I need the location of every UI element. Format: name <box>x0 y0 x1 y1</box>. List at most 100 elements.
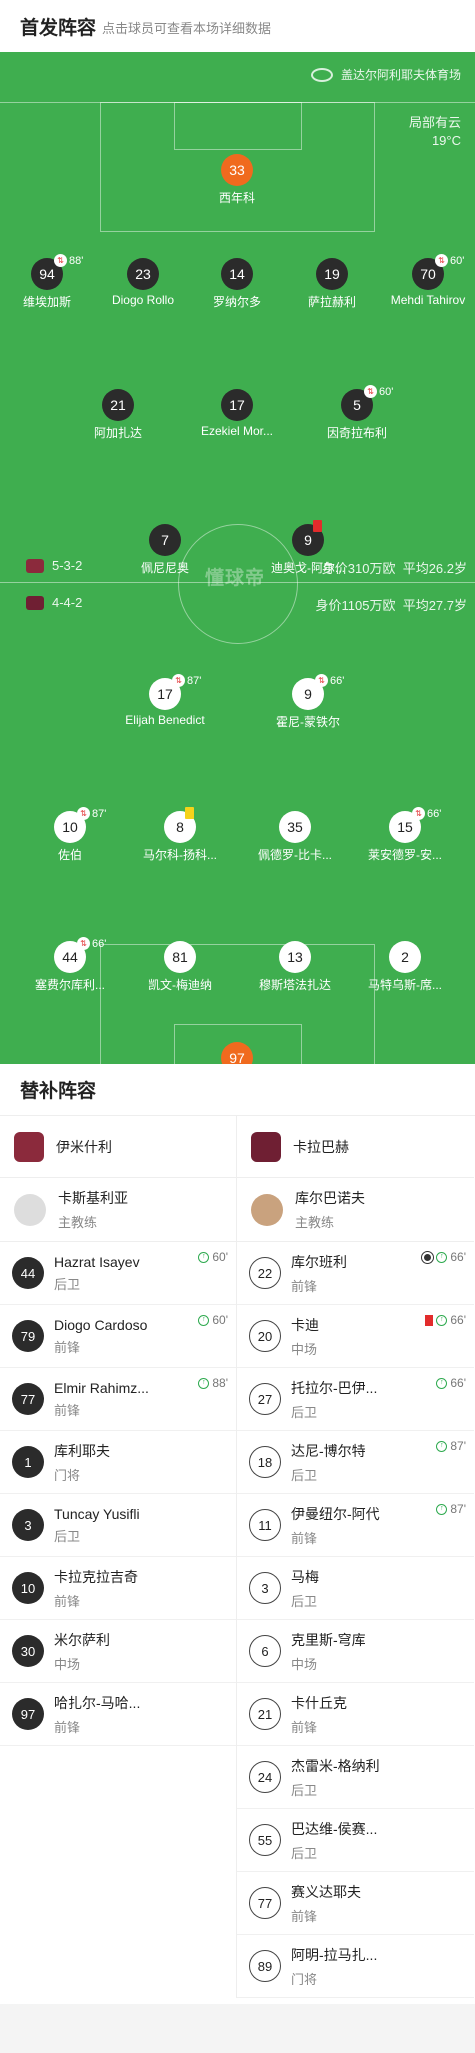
player-number-badge: 13 <box>279 941 311 973</box>
weather-temp: 19°C <box>431 133 461 148</box>
h-player[interactable]: 21 阿加扎达 <box>68 389 168 441</box>
red-card-icon <box>425 1314 434 1326</box>
sub-player-row[interactable]: 21 卡什丘克 前锋 <box>237 1683 474 1746</box>
sub-player-row[interactable]: 3 马梅后卫 <box>237 1557 474 1620</box>
sub-player-row[interactable]: 22 库尔班利 前锋 ↑ 66' <box>237 1242 474 1305</box>
player-name: 穆斯塔法扎达 <box>258 978 331 992</box>
a-player[interactable]: 8 马尔科-扬科... <box>130 807 230 863</box>
a-player[interactable]: 13 穆斯塔法扎达 <box>245 941 345 993</box>
h-player[interactable]: 7 佩尼尼奥 <box>115 524 215 576</box>
sub-in-icon: ↑ <box>436 1440 448 1452</box>
h-player[interactable]: 94 ⇅ 88' 维埃加斯 <box>0 254 97 310</box>
home-avg-age: 平均26.2岁 <box>402 561 467 576</box>
sub-minute: 88' <box>69 254 84 267</box>
h-player[interactable]: 5 ⇅ 60' 因奇拉布利 <box>307 385 407 441</box>
substitution-indicator: ⇅ 66' <box>77 937 106 950</box>
sub-player-row[interactable]: 3 Tuncay Yusifli 后卫 <box>0 1494 236 1557</box>
player-name: 迪奥戈-阿尔... <box>271 561 345 575</box>
player-number-badge: 35 <box>279 811 311 843</box>
substitution-indicator: ⇅ 66' <box>315 674 344 687</box>
a-player[interactable]: 15 ⇅ 66' 莱安德罗-安... <box>355 807 455 863</box>
home-team-row[interactable]: 伊米什利 <box>0 1116 236 1178</box>
sub-player-name: 赛义达耶夫 <box>291 1883 361 1900</box>
sub-player-row[interactable]: 27 托拉尔-巴伊... 后卫 ↑ 66' <box>237 1368 474 1431</box>
sub-player-row[interactable]: 10 卡拉克拉吉奇 前锋 <box>0 1557 236 1620</box>
h-player[interactable]: 19 萨拉赫利 <box>282 258 382 310</box>
player-name: 阿加扎达 <box>93 426 142 440</box>
substitutes-section: 替补阵容 伊米什利 卡斯基利亚 主教练 44 Hazrat Isayev 后卫 ↑ 60… <box>0 1064 475 2004</box>
away-coach-row[interactable]: 库尔巴诺夫 主教练 <box>237 1178 474 1242</box>
sub-player-number: 3 <box>249 1572 281 1604</box>
sub-event: ↑ 87' <box>436 1439 466 1453</box>
sub-in-icon: ↑ <box>436 1314 448 1326</box>
substitution-indicator: ⇅ 66' <box>412 807 441 820</box>
h-player[interactable]: 70 ⇅ 60' Mehdi Tahirov <box>378 254 475 307</box>
substitution-indicator: ⇅ 88' <box>54 254 83 267</box>
sub-player-row[interactable]: 20 卡迪 中场 ↑ 66' <box>237 1305 474 1368</box>
sub-player-name: 哈扎尔-马哈... <box>54 1694 141 1711</box>
sub-event: ↑ 66' <box>421 1250 466 1264</box>
sub-player-number: 24 <box>249 1761 281 1793</box>
sub-player-number: 55 <box>249 1824 281 1856</box>
a-player[interactable]: 81 凯文-梅迪纳 <box>130 941 230 993</box>
sub-event: ↑ 60' <box>198 1250 228 1264</box>
home-coach-row[interactable]: 卡斯基利亚 主教练 <box>0 1178 236 1242</box>
away-avg-age: 平均27.7岁 <box>402 598 467 613</box>
sub-player-row[interactable]: 77 赛义达耶夫 前锋 <box>237 1872 474 1935</box>
sub-player-name: 马梅 <box>291 1568 319 1585</box>
h-player[interactable]: 9 迪奥戈-阿尔... <box>258 520 358 576</box>
player-number-badge: 19 <box>316 258 348 290</box>
home-coach-role: 主教练 <box>58 1215 98 1230</box>
player-number-badge: 14 <box>221 258 253 290</box>
sub-player-row[interactable]: 30 米尔萨利 中场 <box>0 1620 236 1683</box>
a-player[interactable]: 17 ⇅ 87' Elijah Benedict <box>115 674 215 727</box>
lineup-header: 首发阵容 点击球员可查看本场详细数据 <box>0 0 475 52</box>
substitution-indicator: ⇅ 87' <box>172 674 201 687</box>
sub-player-row[interactable]: 79 Diogo Cardoso 前锋 ↑ 60' <box>0 1305 236 1368</box>
sub-player-row[interactable]: 89 阿明-拉马扎... 门将 <box>237 1935 474 1998</box>
sub-player-number: 10 <box>12 1572 44 1604</box>
sub-out-icon: ⇅ <box>77 937 90 950</box>
sub-player-row[interactable]: 6 克里斯-穹库 中场 <box>237 1620 474 1683</box>
h-player[interactable]: 17 Ezekiel Mor... <box>187 389 287 438</box>
a-player[interactable]: 44 ⇅ 66' 塞费尔库利... <box>20 937 120 993</box>
sub-in-icon: ↑ <box>198 1314 210 1326</box>
sub-player-row[interactable]: 97 哈扎尔-马哈... 前锋 <box>0 1683 236 1746</box>
a-player[interactable]: 2 马特乌斯-席... <box>355 941 455 993</box>
sub-player-number: 18 <box>249 1446 281 1478</box>
sub-player-position: 后卫 <box>291 1593 318 1609</box>
player-name: Ezekiel Mor... <box>200 424 274 438</box>
sub-minute: 60' <box>379 385 394 398</box>
sub-player-name: 克里斯-穹库 <box>291 1631 366 1648</box>
sub-player-row[interactable]: 77 Elmir Rahimz... 前锋 ↑ 88' <box>0 1368 236 1431</box>
sub-player-row[interactable]: 1 库利耶夫 门将 <box>0 1431 236 1494</box>
a-player[interactable]: 10 ⇅ 87' 佐伯 <box>20 807 120 863</box>
h-player[interactable]: 14 罗纳尔多 <box>187 258 287 310</box>
a-player[interactable]: 97法比扬-布恩... <box>187 1042 287 1064</box>
a-player[interactable]: 9 ⇅ 66' 霍尼-蒙铁尔 <box>258 674 358 730</box>
sub-event: ↑ 60' <box>198 1313 228 1327</box>
a-player[interactable]: 35 佩德罗-比卡... <box>245 811 345 863</box>
sub-player-row[interactable]: 18 达尼-博尔特 后卫 ↑ 87' <box>237 1431 474 1494</box>
player-number-badge: 33 <box>221 154 253 186</box>
sub-player-row[interactable]: 11 伊曼纽尔-阿代 前锋 ↑ 87' <box>237 1494 474 1557</box>
sub-player-row[interactable]: 55 巴达维-侯赛... 后卫 <box>237 1809 474 1872</box>
player-name: 萨拉赫利 <box>307 295 356 309</box>
h-player[interactable]: 23 Diogo Rollo <box>93 258 193 307</box>
sub-player-number: 97 <box>12 1698 44 1730</box>
sub-player-row[interactable]: 44 Hazrat Isayev 后卫 ↑ 60' <box>0 1242 236 1305</box>
h-player[interactable]: 33 西年科 <box>187 154 287 206</box>
sub-player-position: 前锋 <box>291 1719 318 1735</box>
away-team-row[interactable]: 卡拉巴赫 <box>237 1116 474 1178</box>
home-team-name: 伊米什利 <box>56 1138 112 1155</box>
home-team-logo-icon <box>26 558 44 573</box>
sub-out-icon: ⇅ <box>172 674 185 687</box>
sub-player-row[interactable]: 24 杰雷米-格纳利 后卫 <box>237 1746 474 1809</box>
away-team-logo-icon <box>26 595 44 610</box>
sub-player-position: 中场 <box>291 1656 318 1672</box>
player-name: 塞费尔库利... <box>34 978 105 992</box>
sub-player-name: 库利耶夫 <box>54 1442 110 1459</box>
sub-player-position: 门将 <box>54 1467 81 1483</box>
player-name: 维埃加斯 <box>22 295 71 309</box>
sub-out-icon: ⇅ <box>412 807 425 820</box>
